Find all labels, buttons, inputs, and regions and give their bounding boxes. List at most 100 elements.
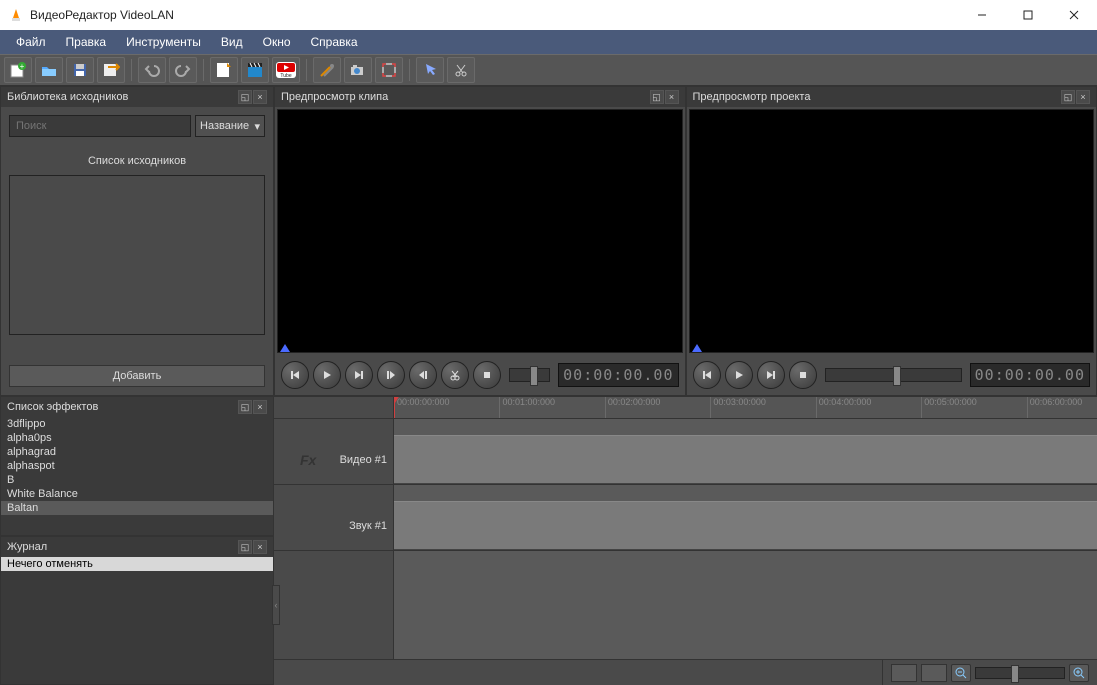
- ruler-tick: 00:06:00:000: [1027, 397, 1083, 418]
- panel-dock-icon[interactable]: ◱: [650, 90, 664, 104]
- zoom-out-icon[interactable]: [951, 664, 971, 682]
- undo-icon[interactable]: [138, 57, 166, 83]
- svg-text:Tube: Tube: [280, 73, 291, 78]
- render-icon[interactable]: [210, 57, 238, 83]
- menu-help[interactable]: Справка: [301, 32, 368, 52]
- settings-icon[interactable]: [313, 57, 341, 83]
- timeline-track-video[interactable]: FxВидео #1: [274, 435, 1097, 485]
- ruler-tick: 00:02:00:000: [605, 397, 661, 418]
- chevron-down-icon: ▾: [254, 120, 260, 133]
- play-button[interactable]: [313, 361, 341, 389]
- clip-preview-panel: Предпросмотр клипа ◱× 00:00:00.00: [274, 86, 686, 396]
- panel-close-icon[interactable]: ×: [253, 540, 267, 554]
- panel-close-icon[interactable]: ×: [665, 90, 679, 104]
- project-preview-viewport[interactable]: [689, 109, 1095, 353]
- library-add-button[interactable]: Добавить: [9, 365, 265, 387]
- next-button[interactable]: [757, 361, 785, 389]
- zoom-slider[interactable]: [975, 667, 1065, 679]
- track-label: Видео #1: [340, 454, 387, 466]
- mark-in-button[interactable]: [377, 361, 405, 389]
- minimize-button[interactable]: [959, 0, 1005, 30]
- library-sort-select[interactable]: Название▾: [195, 115, 265, 137]
- project-seek-slider[interactable]: [825, 368, 962, 382]
- effects-list[interactable]: 3dflippo alpha0ps alphagrad alphaspot B …: [1, 417, 273, 535]
- effects-title: Список эффектов: [7, 401, 98, 413]
- effect-item[interactable]: Baltan: [1, 501, 273, 515]
- open-project-icon[interactable]: [35, 57, 63, 83]
- timeline-ruler[interactable]: 00:00:00:000 00:01:00:000 00:02:00:000 0…: [394, 397, 1097, 418]
- clip-preview-viewport[interactable]: [277, 109, 683, 353]
- panel-dock-icon[interactable]: ◱: [1061, 90, 1075, 104]
- clip-preview-title: Предпросмотр клипа: [281, 91, 388, 103]
- journal-item[interactable]: Нечего отменять: [1, 557, 273, 571]
- tool-camera-icon[interactable]: [344, 57, 372, 83]
- panel-dock-icon[interactable]: ◱: [238, 90, 252, 104]
- in-marker-icon: [692, 344, 702, 352]
- project-preview-panel: Предпросмотр проекта ◱× 00:00:00.00: [686, 86, 1097, 396]
- stop-button[interactable]: [789, 361, 817, 389]
- effect-item[interactable]: 3dflippo: [1, 417, 273, 431]
- project-timecode: 00:00:00.00: [970, 363, 1090, 387]
- app-logo-icon: [8, 7, 24, 23]
- library-search-input[interactable]: [9, 115, 191, 137]
- save-project-icon[interactable]: [66, 57, 94, 83]
- collapse-handle[interactable]: ‹: [272, 585, 280, 625]
- journal-title: Журнал: [7, 541, 47, 553]
- panel-close-icon[interactable]: ×: [1076, 90, 1090, 104]
- ruler-tick: 00:01:00:000: [499, 397, 555, 418]
- import-icon[interactable]: [97, 57, 125, 83]
- status-bar: [274, 659, 1097, 685]
- panel-dock-icon[interactable]: ◱: [238, 400, 252, 414]
- effect-item[interactable]: alphaspot: [1, 459, 273, 473]
- cut-button[interactable]: [441, 361, 469, 389]
- in-marker-icon: [280, 344, 290, 352]
- menu-window[interactable]: Окно: [253, 32, 301, 52]
- close-button[interactable]: [1051, 0, 1097, 30]
- clip-seek-slider[interactable]: [509, 368, 550, 382]
- zoom-in-icon[interactable]: [1069, 664, 1089, 682]
- effect-item[interactable]: White Balance: [1, 487, 273, 501]
- prev-button[interactable]: [281, 361, 309, 389]
- project-preview-title: Предпросмотр проекта: [693, 91, 811, 103]
- menu-file[interactable]: Файл: [6, 32, 56, 52]
- panel-close-icon[interactable]: ×: [253, 90, 267, 104]
- timeline-track-audio[interactable]: Звук #1: [274, 501, 1097, 551]
- effects-panel: Список эффектов ◱× 3dflippo alpha0ps alp…: [0, 396, 274, 536]
- effect-item[interactable]: alphagrad: [1, 445, 273, 459]
- journal-list[interactable]: Нечего отменять: [1, 557, 273, 684]
- track-label: Звук #1: [349, 520, 387, 532]
- title-bar: ВидеоРедактор VideoLAN: [0, 0, 1097, 30]
- ruler-tick: 00:05:00:000: [921, 397, 977, 418]
- menu-edit[interactable]: Правка: [56, 32, 117, 52]
- fullscreen-icon[interactable]: [375, 57, 403, 83]
- menu-view[interactable]: Вид: [211, 32, 253, 52]
- maximize-button[interactable]: [1005, 0, 1051, 30]
- clapper-icon[interactable]: [241, 57, 269, 83]
- ruler-tick: 00:00:00:000: [394, 397, 450, 418]
- mark-out-button[interactable]: [409, 361, 437, 389]
- timeline-panel: 00:00:00:000 00:01:00:000 00:02:00:000 0…: [274, 396, 1097, 659]
- effect-item[interactable]: alpha0ps: [1, 431, 273, 445]
- clip-timecode: 00:00:00.00: [558, 363, 678, 387]
- prev-button[interactable]: [693, 361, 721, 389]
- panel-close-icon[interactable]: ×: [253, 400, 267, 414]
- library-list[interactable]: [9, 175, 265, 335]
- cut-icon[interactable]: [447, 57, 475, 83]
- redo-icon[interactable]: [169, 57, 197, 83]
- stop-button[interactable]: [473, 361, 501, 389]
- library-title: Библиотека исходников: [7, 91, 128, 103]
- youtube-icon[interactable]: Tube: [272, 57, 300, 83]
- status-cell: [921, 664, 947, 682]
- play-button[interactable]: [725, 361, 753, 389]
- pointer-icon[interactable]: [416, 57, 444, 83]
- library-panel: Библиотека исходников ◱× Название▾ Списо…: [0, 86, 274, 396]
- window-title: ВидеоРедактор VideoLAN: [30, 8, 174, 22]
- effect-item[interactable]: B: [1, 473, 273, 487]
- new-project-icon[interactable]: +: [4, 57, 32, 83]
- ruler-tick: 00:04:00:000: [816, 397, 872, 418]
- next-button[interactable]: [345, 361, 373, 389]
- library-list-label: Список исходников: [9, 155, 265, 167]
- menu-tools[interactable]: Инструменты: [116, 32, 211, 52]
- playhead[interactable]: [394, 397, 395, 418]
- panel-dock-icon[interactable]: ◱: [238, 540, 252, 554]
